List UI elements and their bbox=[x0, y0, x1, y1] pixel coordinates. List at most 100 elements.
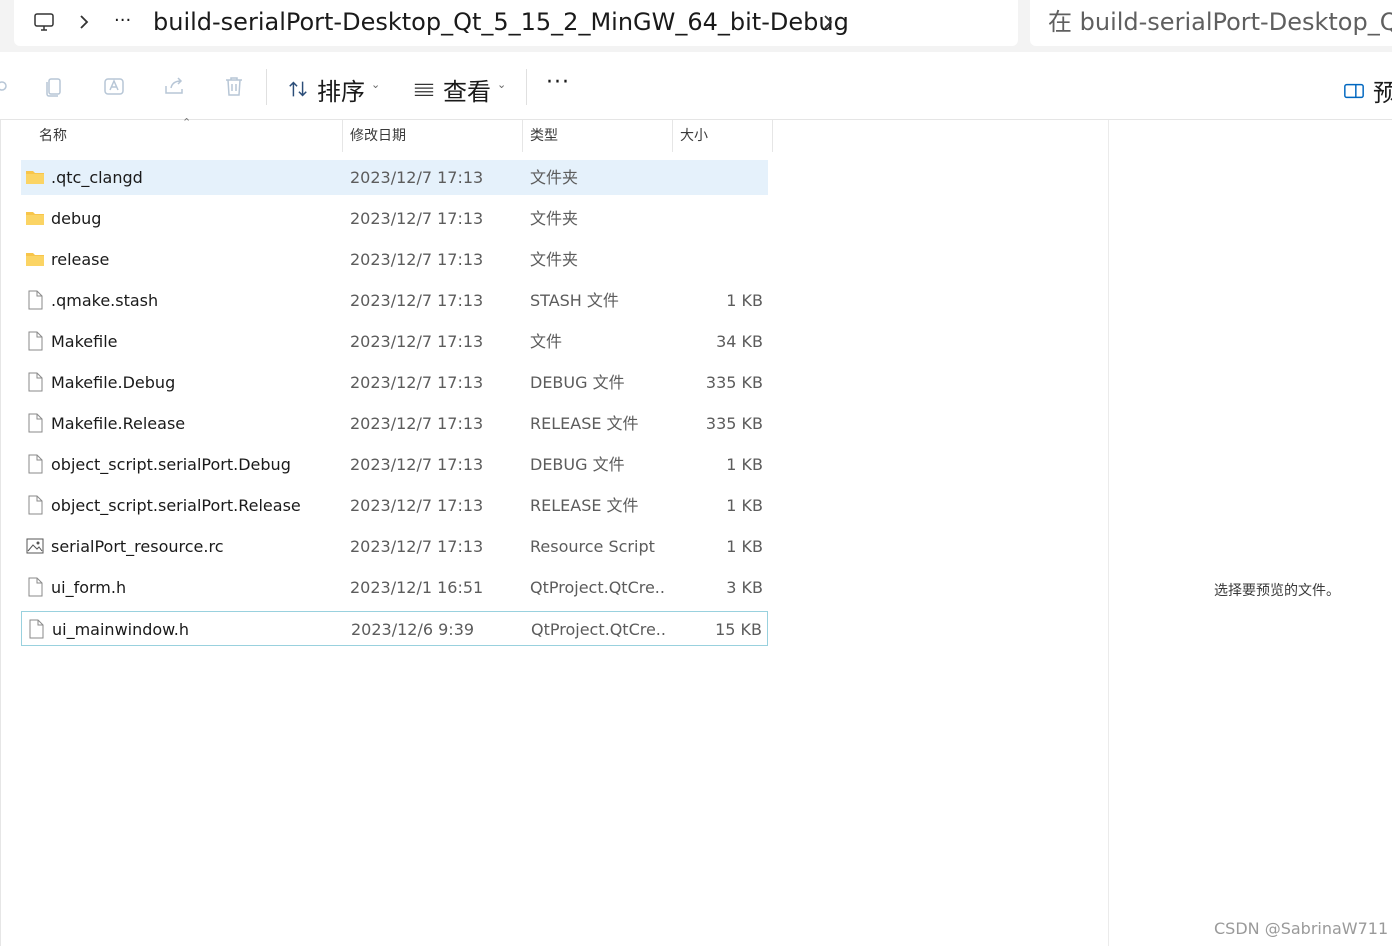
view-button[interactable]: 查看 ⌄ bbox=[413, 72, 506, 106]
file-name: object_script.serialPort.Debug bbox=[51, 455, 291, 474]
chevron-right-icon[interactable] bbox=[72, 10, 96, 34]
preview-pane-divider[interactable] bbox=[1108, 120, 1109, 946]
file-row[interactable]: object_script.serialPort.Release 2023/12… bbox=[21, 488, 768, 523]
file-name: Makefile bbox=[51, 332, 118, 351]
image-file-icon bbox=[26, 538, 44, 554]
view-label: 查看 bbox=[443, 77, 491, 106]
breadcrumb-overflow-button[interactable]: ··· bbox=[114, 6, 131, 36]
file-icon bbox=[28, 577, 43, 597]
file-date: 2023/12/7 17:13 bbox=[350, 537, 484, 556]
folder-icon bbox=[26, 171, 44, 184]
file-type: 文件夹 bbox=[530, 209, 579, 228]
column-header-size[interactable]: 大小 bbox=[680, 120, 708, 152]
file-icon bbox=[28, 372, 43, 392]
preview-pane-button[interactable]: 预览 bbox=[1343, 73, 1392, 108]
file-date: 2023/12/7 17:13 bbox=[350, 496, 484, 515]
file-row[interactable]: .qmake.stash 2023/12/7 17:13 STASH 文件 1 … bbox=[21, 283, 768, 318]
file-row[interactable]: Makefile.Debug 2023/12/7 17:13 DEBUG 文件 … bbox=[21, 365, 768, 400]
file-date: 2023/12/7 17:13 bbox=[350, 373, 484, 392]
file-type: STASH 文件 bbox=[530, 291, 619, 310]
file-date: 2023/12/6 9:39 bbox=[351, 620, 475, 639]
view-list-icon bbox=[414, 83, 434, 97]
file-date: 2023/12/7 17:13 bbox=[350, 209, 484, 228]
column-divider[interactable] bbox=[342, 120, 343, 152]
chevron-right-icon[interactable] bbox=[816, 10, 840, 34]
file-row[interactable]: debug 2023/12/7 17:13 文件夹 bbox=[21, 201, 768, 236]
preview-pane-icon bbox=[1344, 83, 1364, 98]
file-size: 34 KB bbox=[716, 332, 763, 351]
file-icon bbox=[28, 454, 43, 474]
file-name: .qtc_clangd bbox=[51, 168, 143, 187]
file-date: 2023/12/7 17:13 bbox=[350, 168, 484, 187]
file-row[interactable]: Makefile.Release 2023/12/7 17:13 RELEASE… bbox=[21, 406, 768, 441]
preview-label: 预览 bbox=[1373, 79, 1392, 107]
file-name: serialPort_resource.rc bbox=[51, 537, 224, 556]
address-bar: ··· build-serialPort-Desktop_Qt_5_15_2_M… bbox=[0, 0, 1392, 52]
file-name: ui_mainwindow.h bbox=[52, 620, 190, 639]
breadcrumb-current-folder[interactable]: build-serialPort-Desktop_Qt_5_15_2_MinGW… bbox=[153, 4, 849, 40]
column-divider[interactable] bbox=[522, 120, 523, 152]
file-date: 2023/12/7 17:13 bbox=[350, 332, 484, 351]
this-pc-icon[interactable] bbox=[32, 10, 56, 34]
file-name: release bbox=[51, 250, 110, 269]
search-placeholder: 在 build-serialPort-Desktop_Qt_5_15_2_Min… bbox=[1048, 8, 1392, 36]
file-row[interactable]: Makefile 2023/12/7 17:13 文件 34 KB bbox=[21, 324, 768, 359]
column-divider[interactable] bbox=[772, 120, 773, 152]
preview-message: 选择要预览的文件。 bbox=[1214, 583, 1340, 599]
chevron-down-icon: ⌄ bbox=[497, 77, 507, 91]
column-header-type[interactable]: 类型 bbox=[530, 120, 558, 152]
more-options-button[interactable]: ··· bbox=[546, 72, 570, 94]
file-icon bbox=[29, 619, 44, 639]
file-size: 1 KB bbox=[726, 537, 763, 556]
command-bar: 排序 ⌄ 查看 ⌄ bbox=[0, 52, 1392, 120]
file-type: RELEASE 文件 bbox=[530, 414, 639, 433]
file-size: 1 KB bbox=[726, 291, 763, 310]
breadcrumb[interactable]: ··· build-serialPort-Desktop_Qt_5_15_2_M… bbox=[14, 0, 1018, 46]
toolbar-separator bbox=[266, 69, 267, 105]
cut-icon[interactable] bbox=[0, 74, 10, 98]
file-date: 2023/12/7 17:13 bbox=[350, 414, 484, 433]
file-size: 1 KB bbox=[726, 496, 763, 515]
pane-divider bbox=[0, 120, 1, 946]
file-row[interactable]: serialPort_resource.rc 2023/12/7 17:13 R… bbox=[21, 529, 768, 564]
file-row[interactable]: .qtc_clangd 2023/12/7 17:13 文件夹 bbox=[21, 160, 768, 195]
file-type: 文件夹 bbox=[530, 250, 579, 269]
copy-icon[interactable] bbox=[42, 74, 66, 98]
folder-icon bbox=[26, 253, 44, 266]
file-type: 文件 bbox=[530, 332, 563, 351]
file-icon bbox=[28, 331, 43, 351]
file-name: .qmake.stash bbox=[51, 291, 159, 310]
column-header-date[interactable]: 修改日期 bbox=[350, 120, 406, 152]
file-size: 15 KB bbox=[715, 620, 762, 639]
file-type: QtProject.QtCre... bbox=[531, 620, 666, 639]
file-row[interactable]: object_script.serialPort.Debug 2023/12/7… bbox=[21, 447, 768, 482]
file-type: 文件夹 bbox=[530, 168, 579, 187]
rename-icon[interactable] bbox=[102, 74, 126, 98]
file-size: 1 KB bbox=[726, 455, 763, 474]
sort-ascending-icon: ⌃ bbox=[182, 116, 192, 129]
file-row[interactable]: release 2023/12/7 17:13 文件夹 bbox=[21, 242, 768, 277]
file-date: 2023/12/7 17:13 bbox=[350, 291, 484, 310]
share-icon[interactable] bbox=[162, 74, 186, 98]
file-icon bbox=[28, 413, 43, 433]
file-name: Makefile.Release bbox=[51, 414, 186, 433]
sort-button[interactable]: 排序 ⌄ bbox=[287, 72, 380, 106]
file-type: DEBUG 文件 bbox=[530, 455, 625, 474]
search-input[interactable]: 在 build-serialPort-Desktop_Qt_5_15_2_Min… bbox=[1030, 0, 1392, 46]
file-row[interactable]: ui_mainwindow.h 2023/12/6 9:39 QtProject… bbox=[21, 611, 768, 646]
file-type: DEBUG 文件 bbox=[530, 373, 625, 392]
file-name: Makefile.Debug bbox=[51, 373, 176, 392]
chevron-down-icon: ⌄ bbox=[371, 77, 381, 91]
column-divider[interactable] bbox=[672, 120, 673, 152]
sort-label: 排序 bbox=[317, 77, 365, 106]
column-header-name[interactable]: 名称 bbox=[39, 120, 67, 152]
file-row[interactable]: ui_form.h 2023/12/1 16:51 QtProject.QtCr… bbox=[21, 570, 768, 605]
file-icon bbox=[28, 290, 43, 310]
file-type: RELEASE 文件 bbox=[530, 496, 639, 515]
delete-icon[interactable] bbox=[222, 74, 246, 98]
file-size: 335 KB bbox=[705, 373, 763, 392]
file-name: object_script.serialPort.Release bbox=[51, 496, 301, 515]
sort-icon bbox=[289, 81, 307, 97]
toolbar-separator bbox=[526, 69, 527, 105]
file-name: debug bbox=[51, 209, 102, 228]
